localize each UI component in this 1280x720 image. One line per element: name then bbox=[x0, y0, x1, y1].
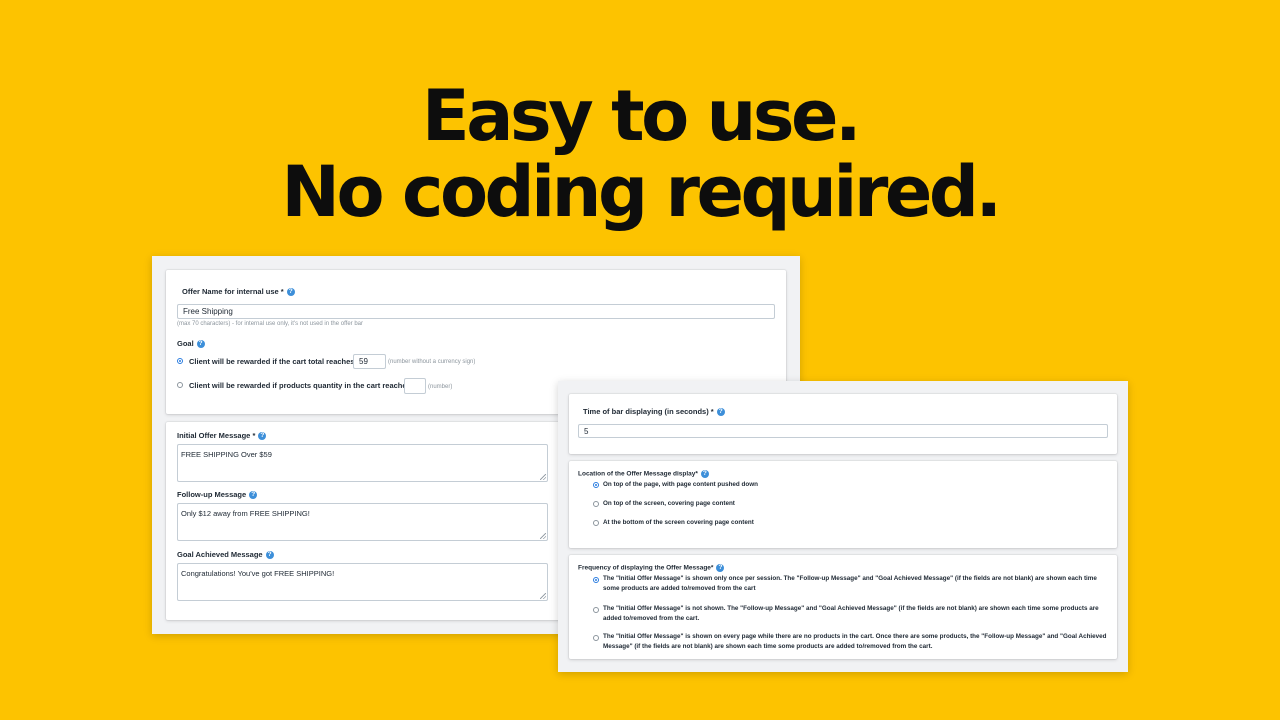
headline-line-1: Easy to use. bbox=[421, 75, 862, 157]
frequency-label: Frequency of displaying the Offer Messag… bbox=[578, 564, 714, 572]
initial-message-value: FREE SHIPPING Over $59 bbox=[181, 450, 272, 459]
initial-message-label-row: Initial Offer Message *? bbox=[177, 431, 267, 441]
frequency-card: Frequency of displaying the Offer Messag… bbox=[569, 555, 1117, 659]
time-label-row: Time of bar displaying (in seconds) *? bbox=[583, 407, 725, 417]
goal-cart-total-input[interactable]: 59 bbox=[353, 354, 386, 369]
location-label: Location of the Offer Message display* bbox=[578, 470, 698, 478]
goal-achieved-label-row: Goal Achieved Message? bbox=[177, 550, 274, 560]
offer-name-input[interactable]: Free Shipping bbox=[177, 304, 775, 319]
location-top-push-radio[interactable] bbox=[593, 482, 599, 488]
display-settings-panel: Time of bar displaying (in seconds) *? 5… bbox=[558, 381, 1128, 672]
goal-label-row: Goal? bbox=[177, 339, 205, 349]
followup-message-value: Only $12 away from FREE SHIPPING! bbox=[181, 509, 310, 518]
initial-message-textarea[interactable]: FREE SHIPPING Over $59 bbox=[177, 444, 548, 482]
goal-cart-total-label: Client will be rewarded if the cart tota… bbox=[189, 357, 357, 366]
frequency-once-per-session-radio[interactable] bbox=[593, 577, 599, 583]
offer-name-value: Free Shipping bbox=[183, 307, 233, 316]
question-mark-icon[interactable]: ? bbox=[716, 564, 725, 572]
goal-cart-total-hint: (number without a currency sign) bbox=[388, 359, 476, 365]
headline-line-2: No coding required. bbox=[281, 151, 1002, 233]
location-top-cover-radio[interactable] bbox=[593, 501, 599, 507]
initial-message-label: Initial Offer Message * bbox=[177, 431, 256, 440]
location-bottom-cover-radio[interactable] bbox=[593, 520, 599, 526]
goal-cart-total-radio[interactable] bbox=[177, 358, 183, 364]
frequency-not-shown-label: The "Initial Offer Message" is not shown… bbox=[603, 605, 1099, 622]
goal-quantity-label: Client will be rewarded if products quan… bbox=[189, 381, 414, 390]
goal-quantity-input[interactable] bbox=[404, 378, 426, 394]
time-card: Time of bar displaying (in seconds) *? 5 bbox=[569, 394, 1117, 454]
question-mark-icon[interactable]: ? bbox=[716, 408, 725, 417]
resize-handle-icon[interactable] bbox=[540, 533, 546, 539]
goal-achieved-textarea[interactable]: Congratulations! You've got FREE SHIPPIN… bbox=[177, 563, 548, 601]
location-card: Location of the Offer Message display*? … bbox=[569, 461, 1117, 548]
goal-achieved-value: Congratulations! You've got FREE SHIPPIN… bbox=[181, 569, 335, 578]
question-mark-icon[interactable]: ? bbox=[700, 470, 709, 478]
time-input[interactable]: 5 bbox=[578, 424, 1108, 438]
goal-quantity-radio[interactable] bbox=[177, 382, 183, 388]
followup-message-label: Follow-up Message bbox=[177, 490, 247, 499]
frequency-once-per-session-label: The "Initial Offer Message" is shown onl… bbox=[603, 575, 1097, 592]
question-mark-icon[interactable]: ? bbox=[265, 551, 274, 560]
followup-message-label-row: Follow-up Message? bbox=[177, 490, 258, 500]
offer-name-label: Offer Name for internal use * bbox=[182, 287, 284, 296]
location-top-cover-label: On top of the screen, covering page cont… bbox=[603, 500, 735, 507]
question-mark-icon[interactable]: ? bbox=[286, 288, 295, 297]
resize-handle-icon[interactable] bbox=[540, 474, 546, 480]
offer-name-label-row: Offer Name for internal use *? bbox=[182, 287, 295, 297]
time-label: Time of bar displaying (in seconds) * bbox=[583, 407, 714, 416]
frequency-every-page-radio[interactable] bbox=[593, 635, 599, 641]
frequency-every-page-label: The "Initial Offer Message" is shown on … bbox=[603, 633, 1107, 650]
followup-message-textarea[interactable]: Only $12 away from FREE SHIPPING! bbox=[177, 503, 548, 541]
resize-handle-icon[interactable] bbox=[540, 593, 546, 599]
offer-name-hint: (max 70 characters) - for internal use o… bbox=[177, 321, 364, 327]
location-bottom-cover-label: At the bottom of the screen covering pag… bbox=[603, 519, 754, 526]
goal-quantity-hint: (number) bbox=[428, 384, 453, 390]
goal-achieved-label: Goal Achieved Message bbox=[177, 550, 263, 559]
location-top-push-label: On top of the page, with page content pu… bbox=[603, 481, 758, 488]
goal-cart-total-value: 59 bbox=[359, 357, 368, 366]
location-label-row: Location of the Offer Message display*? bbox=[578, 470, 709, 478]
question-mark-icon[interactable]: ? bbox=[258, 432, 267, 441]
goal-label: Goal bbox=[177, 339, 194, 348]
question-mark-icon[interactable]: ? bbox=[196, 340, 205, 349]
question-mark-icon[interactable]: ? bbox=[249, 491, 258, 500]
frequency-not-shown-radio[interactable] bbox=[593, 607, 599, 613]
time-value: 5 bbox=[584, 426, 589, 436]
frequency-label-row: Frequency of displaying the Offer Messag… bbox=[578, 564, 725, 572]
